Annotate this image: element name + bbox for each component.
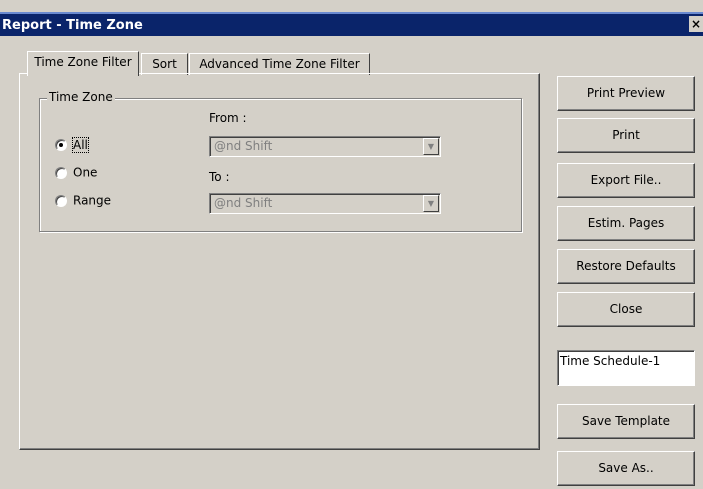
radio-one[interactable]: One [55, 164, 97, 180]
radio-label: Range [73, 193, 112, 208]
tab-sort[interactable]: Sort [141, 53, 188, 75]
tab-label: Sort [152, 57, 177, 71]
save-as-button[interactable]: Save As.. [557, 451, 695, 486]
tab-label: Advanced Time Zone Filter [199, 57, 360, 71]
print-preview-button[interactable]: Print Preview [557, 76, 695, 111]
from-label: From : [209, 111, 247, 125]
radio-button[interactable] [55, 166, 67, 179]
from-select[interactable]: @nd Shift ▼ [209, 136, 441, 157]
radio-all[interactable]: All [55, 136, 89, 153]
template-name-field[interactable]: Time Schedule-1 [557, 350, 695, 386]
radio-button[interactable] [55, 138, 67, 151]
title-bar: Report - Time Zone × [0, 12, 703, 36]
to-label: To : [209, 170, 230, 184]
chevron-down-icon[interactable]: ▼ [423, 138, 439, 155]
window-title: Report - Time Zone [2, 18, 143, 33]
to-value: @nd Shift [214, 196, 273, 210]
radio-button[interactable] [55, 194, 67, 207]
estim-pages-button[interactable]: Estim. Pages [557, 206, 695, 241]
to-select[interactable]: @nd Shift ▼ [209, 193, 441, 214]
close-icon[interactable]: × [689, 16, 703, 32]
tab-time-zone-filter[interactable]: Time Zone Filter [27, 51, 139, 76]
radio-range[interactable]: Range [55, 192, 111, 208]
radio-label: One [73, 165, 98, 180]
restore-defaults-button[interactable]: Restore Defaults [557, 249, 695, 284]
from-value: @nd Shift [214, 139, 273, 153]
export-file-button[interactable]: Export File.. [557, 163, 695, 198]
save-template-button[interactable]: Save Template [557, 404, 695, 439]
group-label: Time Zone [47, 90, 115, 104]
print-button[interactable]: Print [557, 118, 695, 153]
tab-label: Time Zone Filter [34, 55, 132, 69]
close-button[interactable]: Close [557, 292, 695, 327]
tab-advanced-time-zone-filter[interactable]: Advanced Time Zone Filter [189, 53, 370, 75]
radio-label: All [72, 136, 89, 153]
chevron-down-icon[interactable]: ▼ [423, 195, 439, 212]
